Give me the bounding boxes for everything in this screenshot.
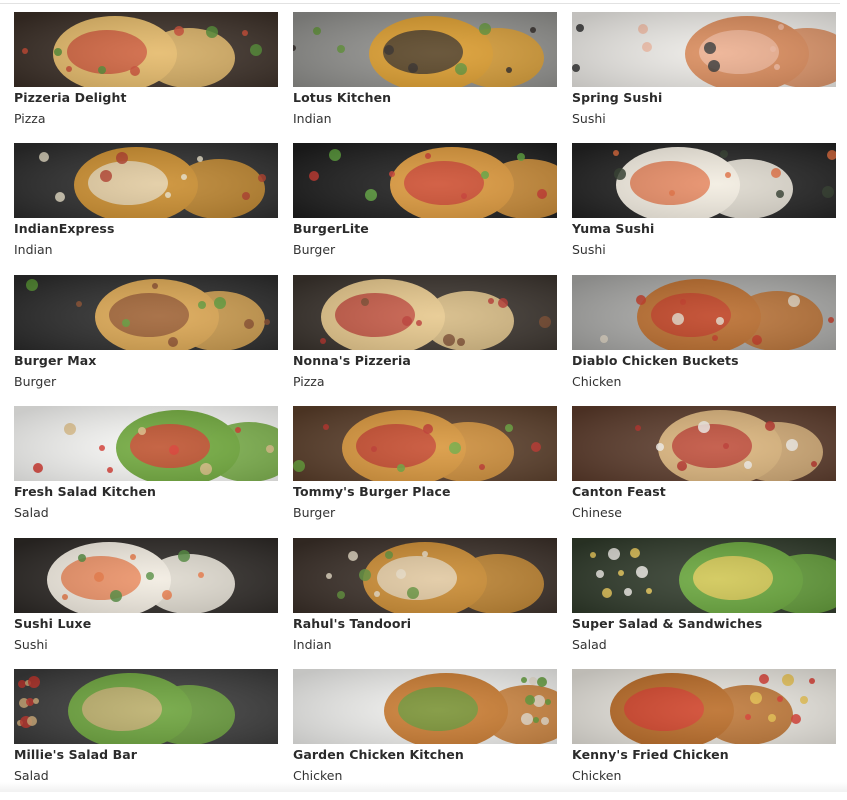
restaurant-cuisine: Chicken	[572, 373, 622, 389]
restaurant-cuisine: Indian	[14, 242, 53, 258]
restaurant-cuisine: Chicken	[572, 767, 622, 783]
restaurant-name[interactable]: Yuma Sushi	[572, 221, 836, 236]
chicken-salad-photo[interactable]	[14, 668, 278, 744]
burger-fries-photo[interactable]	[293, 406, 557, 482]
restaurant-name[interactable]: Millie's Salad Bar	[14, 747, 278, 762]
restaurant-card[interactable]: Rahul's Tandoori Indian	[293, 537, 557, 669]
restaurant-name[interactable]: Kenny's Fried Chicken	[572, 747, 836, 762]
salad-bowl-photo[interactable]	[14, 406, 278, 482]
sushi-platter-photo[interactable]	[14, 537, 278, 613]
restaurant-card[interactable]: Canton Feast Chinese	[572, 406, 836, 537]
restaurant-name[interactable]: Pizzeria Delight	[14, 90, 278, 105]
restaurant-name[interactable]: Burger Max	[14, 353, 278, 368]
restaurant-card[interactable]: Lotus Kitchen Indian	[293, 12, 557, 143]
restaurant-name[interactable]: Canton Feast	[572, 484, 836, 499]
restaurant-card[interactable]: Pizzeria Delight Pizza	[14, 12, 278, 143]
indian-dishes-photo[interactable]	[14, 143, 278, 219]
restaurant-cuisine: Salad	[572, 636, 607, 652]
restaurant-name[interactable]: Super Salad & Sandwiches	[572, 616, 836, 631]
fried-chicken-fries-photo[interactable]	[572, 668, 836, 744]
restaurant-cuisine: Burger	[293, 505, 336, 521]
restaurant-cuisine: Chicken	[293, 767, 343, 783]
fried-chicken-photo[interactable]	[293, 668, 557, 744]
restaurant-card[interactable]: Garden Chicken Kitchen Chicken	[293, 668, 557, 800]
scroll-fade	[0, 782, 847, 792]
restaurant-cuisine: Salad	[14, 767, 49, 783]
restaurant-cuisine: Sushi	[572, 242, 606, 258]
pizza-photo[interactable]	[14, 12, 278, 87]
restaurant-name[interactable]: Fresh Salad Kitchen	[14, 484, 278, 499]
restaurant-name[interactable]: Garden Chicken Kitchen	[293, 747, 557, 762]
noodle-bowl-photo[interactable]	[572, 406, 836, 482]
restaurant-card[interactable]: IndianExpress Indian	[14, 143, 278, 274]
restaurant-cuisine: Pizza	[293, 373, 325, 389]
egg-salad-photo[interactable]	[572, 537, 836, 613]
restaurant-cuisine: Indian	[293, 636, 332, 652]
indian-spread-photo[interactable]	[293, 537, 557, 613]
restaurant-cuisine: Burger	[14, 373, 57, 389]
restaurant-card[interactable]: BurgerLite Burger	[293, 143, 557, 274]
restaurant-cuisine: Chinese	[572, 505, 622, 521]
restaurant-cuisine: Burger	[293, 242, 336, 258]
restaurant-card[interactable]: Burger Max Burger	[14, 274, 278, 406]
restaurant-card[interactable]: Kenny's Fried Chicken Chicken	[572, 668, 836, 800]
burgers-photo[interactable]	[14, 274, 278, 350]
restaurant-card[interactable]: Tommy's Burger Place Burger	[293, 406, 557, 537]
restaurant-name[interactable]: Diablo Chicken Buckets	[572, 353, 836, 368]
restaurant-name[interactable]: Nonna's Pizzeria	[293, 353, 557, 368]
restaurant-cuisine: Pizza	[14, 111, 46, 126]
sushi-board-photo[interactable]	[572, 12, 836, 87]
restaurant-grid: Pizzeria Delight Pizza Lotus Kitchen Indian…	[14, 12, 836, 800]
two-burgers-photo[interactable]	[293, 143, 557, 219]
restaurant-name[interactable]: BurgerLite	[293, 221, 557, 236]
restaurant-card[interactable]: Fresh Salad Kitchen Salad	[14, 406, 278, 537]
restaurant-cuisine: Sushi	[572, 111, 606, 126]
pizza-slices-photo[interactable]	[293, 274, 557, 350]
restaurant-card[interactable]: Spring Sushi Sushi	[572, 12, 836, 143]
curry-bowl-photo[interactable]	[293, 12, 557, 87]
restaurant-cuisine: Sushi	[14, 636, 48, 652]
fried-chicken-sauce-photo[interactable]	[572, 274, 836, 350]
restaurant-name[interactable]: Spring Sushi	[572, 90, 836, 105]
restaurant-cuisine: Indian	[293, 111, 332, 126]
restaurant-card[interactable]: Millie's Salad Bar Salad	[14, 668, 278, 800]
restaurant-name[interactable]: Sushi Luxe	[14, 616, 278, 631]
restaurant-card[interactable]: Diablo Chicken Buckets Chicken	[572, 274, 836, 406]
restaurant-card[interactable]: Nonna's Pizzeria Pizza	[293, 274, 557, 406]
restaurant-card[interactable]: Sushi Luxe Sushi	[14, 537, 278, 669]
top-divider	[0, 3, 840, 4]
restaurant-name[interactable]: IndianExpress	[14, 221, 278, 236]
restaurant-cuisine: Salad	[14, 505, 49, 521]
restaurant-name[interactable]: Lotus Kitchen	[293, 90, 557, 105]
sushi-rolls-photo[interactable]	[572, 143, 836, 219]
restaurant-name[interactable]: Rahul's Tandoori	[293, 616, 557, 631]
restaurant-card[interactable]: Yuma Sushi Sushi	[572, 143, 836, 274]
restaurant-name[interactable]: Tommy's Burger Place	[293, 484, 557, 499]
restaurant-card[interactable]: Super Salad & Sandwiches Salad	[572, 537, 836, 669]
